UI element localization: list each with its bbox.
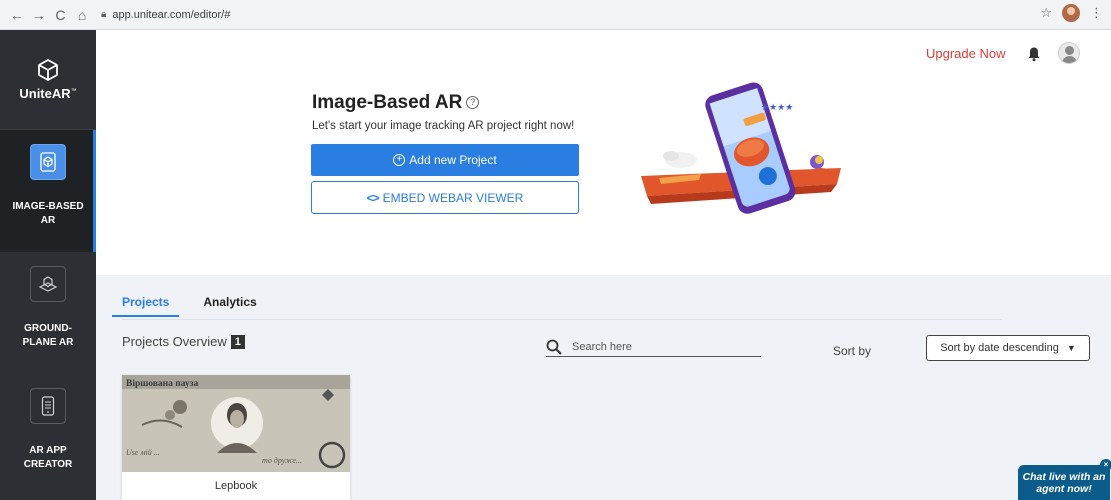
svg-text:★★★★: ★★★★ [761,102,793,112]
projects-overview-label: Projects Overview [122,334,227,349]
browser-menu-icon[interactable]: ⋮ [1090,5,1103,21]
browser-profile-icon[interactable] [1062,4,1080,22]
url-text: app.unitear.com/editor/# [112,8,231,21]
project-card[interactable]: Віршована пауза Use мій ... то друже... … [122,375,350,500]
add-new-project-label: Add new Project [409,153,497,167]
image-ar-icon [30,144,66,180]
tab-bar: Projects Analytics [112,295,257,317]
embed-webar-viewer-button[interactable]: <> EMBED WEBAR VIEWER [311,181,579,214]
logo-text: UniteAR [19,86,71,101]
search-input[interactable] [572,340,752,353]
chevron-down-icon: ▼ [1066,343,1076,353]
help-icon[interactable]: ? [466,96,480,110]
sort-dropdown[interactable]: Sort by date descending ▼ [926,335,1090,361]
page-title: Image-Based AR [312,92,463,113]
thumbnail-caption: Віршована пауза [126,378,199,389]
add-new-project-button[interactable]: + Add new Project [311,144,579,176]
svg-text:Use мій ...: Use мій ... [126,448,160,457]
project-count-badge: 1 [230,334,245,349]
ground-plane-icon [30,266,66,302]
bookmark-star-icon[interactable]: ☆ [1040,5,1052,21]
tab-analytics[interactable]: Analytics [203,295,256,317]
trademark: ™ [70,88,77,95]
project-thumbnail: Віршована пауза Use мій ... то друже... [122,375,350,472]
sort-dropdown-value: Sort by date descending [940,342,1059,354]
embed-webar-viewer-label: EMBED WEBAR VIEWER [382,190,524,205]
search-icon [546,339,562,355]
sort-by-label: Sort by [833,344,872,358]
svg-text:то друже...: то друже... [262,456,302,465]
sidebar-item-image-based-ar[interactable]: IMAGE-BASED AR [0,130,96,252]
code-icon: <> [366,190,380,205]
search-box [546,337,761,357]
reload-icon[interactable]: C [52,7,70,23]
unitear-logo-icon [38,58,58,82]
sidebar-item-ground-plane-ar[interactable]: GROUND-PLANE AR [0,252,96,374]
sidebar-item-label: GROUND-PLANE AR [22,323,74,348]
projects-section: Projects Analytics Projects Overview 1 S… [96,275,1111,500]
projects-overview: Projects Overview 1 [122,334,245,349]
browser-toolbar: ← → C ⌂ 🔒︎ app.unitear.com/editor/# ☆ ⋮ [0,0,1111,30]
tab-divider [122,319,1002,320]
live-chat-widget[interactable]: Chat live with an agent now! × [1018,459,1111,500]
forward-icon[interactable]: → [30,7,48,23]
live-chat-text: Chat live with an agent now! [1022,471,1106,495]
tab-projects[interactable]: Projects [112,295,180,317]
header: Upgrade Now Image-Based AR? Let's start … [96,30,1111,275]
home-icon[interactable]: ⌂ [73,7,91,23]
close-icon[interactable]: × [1100,459,1111,471]
sidebar: UniteAR™ IMAGE-BASED AR GROUND-PLANE AR [0,30,96,500]
lock-icon: 🔒︎ [101,9,107,20]
ar-phone-illustration: ★★★★ [641,82,841,214]
plus-circle-icon: + [393,154,406,166]
upgrade-now-link[interactable]: Upgrade Now [926,46,1006,61]
app-creator-icon [30,388,66,424]
address-bar[interactable]: 🔒︎ app.unitear.com/editor/# [101,2,1111,27]
back-icon[interactable]: ← [8,7,26,23]
sidebar-item-ar-app-creator[interactable]: AR APP CREATOR [0,374,96,496]
project-name: Lepbook [214,480,258,492]
user-avatar[interactable] [1058,42,1080,64]
page-subtitle: Let's start your image tracking AR proje… [312,120,575,132]
notification-bell-icon[interactable] [1026,46,1042,62]
sidebar-item-label: AR APP CREATOR [23,445,73,470]
app-logo[interactable]: UniteAR™ [0,30,96,130]
project-thumbnail-image: Віршована пауза Use мій ... то друже... [122,375,350,472]
sidebar-item-label: IMAGE-BASED AR [12,201,84,226]
